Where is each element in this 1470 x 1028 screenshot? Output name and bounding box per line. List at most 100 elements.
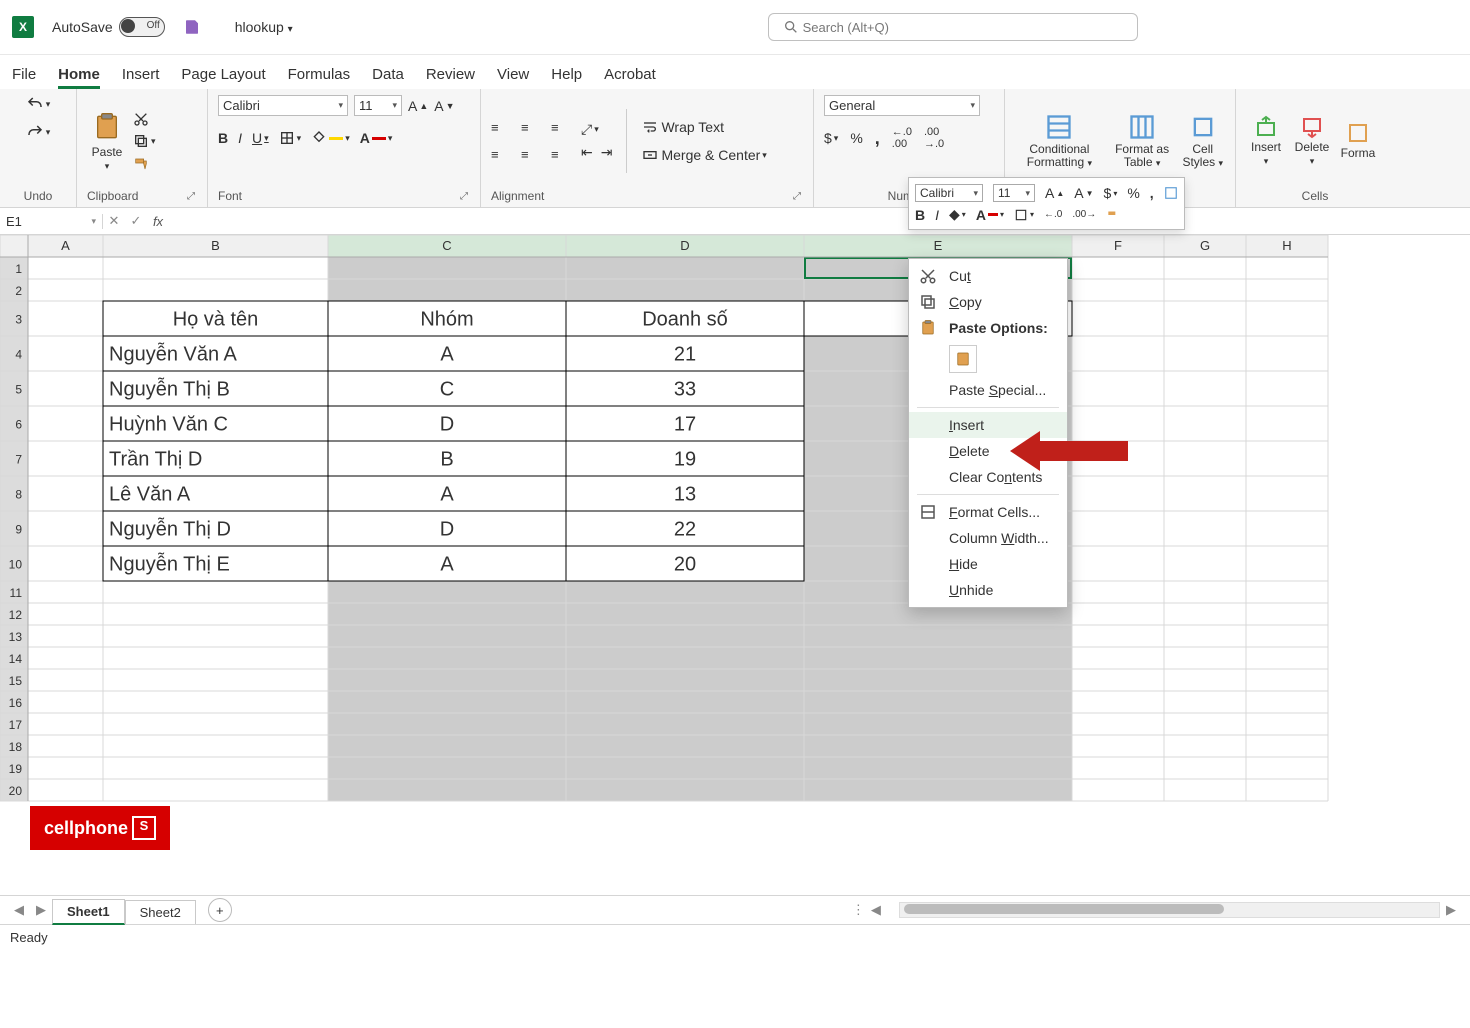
context-cut[interactable]: Cut [909,263,1067,289]
underline-button[interactable]: U ▾ [252,130,269,146]
undo-button[interactable]: ▾ [26,95,51,113]
decrease-indent-button[interactable]: ⇤ [581,144,593,161]
spreadsheet-grid[interactable]: ABCDEFGH1234567891011121314151617181920H… [0,235,1470,895]
font-size-select[interactable]: 11▾ [354,95,402,116]
context-hide[interactable]: Hide [909,551,1067,577]
fill-color-button[interactable]: ▾ [311,130,350,146]
group-font: Calibri▾ 11▾ A▲ A▼ B I U ▾ ▾ ▾ A▾ Font⤢ [208,89,481,207]
bold-button[interactable]: B [218,130,228,146]
tab-formulas[interactable]: Formulas [288,66,351,89]
cancel-formula-button[interactable]: ✕ [103,213,125,229]
mini-font-size[interactable]: 11▾ [993,184,1035,202]
accounting-format-button[interactable]: $ ▾ [824,130,838,146]
align-middle-button[interactable]: ≡ [521,120,539,135]
horizontal-scrollbar[interactable] [899,902,1440,918]
enter-formula-button[interactable]: ✓ [125,213,147,229]
mini-percent[interactable]: % [1127,185,1139,201]
tab-acrobat[interactable]: Acrobat [604,66,656,89]
search-input[interactable]: Search (Alt+Q) [768,13,1138,41]
context-unhide[interactable]: Unhide [909,577,1067,603]
percent-format-button[interactable]: % [850,130,862,146]
paste-button[interactable]: Paste▾ [87,110,127,172]
fx-button[interactable]: fx [147,214,169,229]
mini-border[interactable]: ▾ [1014,208,1034,222]
tab-help[interactable]: Help [551,66,582,89]
format-cells-button[interactable]: Forma [1338,121,1378,160]
font-name-select[interactable]: Calibri▾ [218,95,348,116]
tab-file[interactable]: File [12,66,36,89]
context-column-width[interactable]: Column Width... [909,525,1067,551]
wrap-text-button[interactable]: Wrap Text [641,119,766,135]
sheet-nav-prev[interactable]: ◀ [8,902,30,918]
save-icon[interactable] [183,18,201,36]
format-cells-icon [919,503,937,521]
context-format-cells[interactable]: Format Cells... [909,499,1067,525]
sheet-scroll-info-icon: ⋮ [852,902,865,918]
increase-font-button[interactable]: A▲ [408,98,428,114]
tab-view[interactable]: View [497,66,529,89]
mini-fill-color[interactable]: ◆▾ [949,206,966,223]
mini-inc-decimal[interactable]: ←.0 [1044,209,1062,220]
conditional-formatting-button[interactable]: Conditional Formatting ▾ [1015,113,1104,169]
copy-button[interactable]: ▾ [133,133,156,149]
align-right-button[interactable]: ≡ [551,147,569,162]
context-copy[interactable]: Copy [909,289,1067,315]
orientation-button[interactable]: ⤢▾ [581,121,612,138]
clipboard-dialog-launcher[interactable]: ⤢ [187,191,195,202]
format-painter-button[interactable] [133,155,156,171]
hscroll-left[interactable]: ◀ [865,902,887,918]
mini-accounting[interactable]: $ ▾ [1104,185,1118,201]
mini-comma[interactable]: , [1150,185,1154,201]
decrease-font-button[interactable]: A▼ [434,98,454,114]
add-sheet-button[interactable]: + [208,898,232,922]
insert-cells-button[interactable]: Insert▾ [1246,115,1286,167]
sheet-tab-2[interactable]: Sheet2 [125,900,196,924]
sheet-nav-next[interactable]: ▶ [30,902,52,918]
delete-cells-button[interactable]: Delete▾ [1292,115,1332,167]
merge-center-button[interactable]: Merge & Center ▾ [641,147,766,163]
decrease-decimal-button[interactable]: .00→.0 [924,126,944,150]
comma-format-button[interactable]: , [875,128,880,149]
align-left-button[interactable]: ≡ [491,147,509,162]
align-top-button[interactable]: ≡ [491,120,509,135]
toggle-switch-icon[interactable]: Off [119,17,165,37]
mini-italic[interactable]: I [935,207,939,223]
mini-decrease-font[interactable]: A▼ [1074,185,1093,201]
font-color-button[interactable]: A▾ [360,130,393,146]
number-format-select[interactable]: General▾ [824,95,980,116]
autosave-toggle[interactable]: AutoSave Off [52,17,165,37]
sheet-tab-1[interactable]: Sheet1 [52,899,125,925]
paste-option-default[interactable] [949,345,977,373]
tab-insert[interactable]: Insert [122,66,160,89]
mini-font-name[interactable]: Calibri▾ [915,184,983,202]
tab-review[interactable]: Review [426,66,475,89]
mini-bold[interactable]: B [915,207,925,223]
increase-decimal-button[interactable]: ←.0.00 [892,126,912,150]
name-box[interactable]: E1▾ [0,214,103,229]
align-bottom-button[interactable]: ≡ [551,120,569,135]
increase-indent-button[interactable]: ⇥ [601,144,613,161]
italic-button[interactable]: I [238,130,242,146]
svg-text:1: 1 [15,262,22,276]
font-dialog-launcher[interactable]: ⤢ [460,191,468,202]
svg-text:B: B [440,449,453,471]
mini-cond-format[interactable] [1164,186,1178,200]
cell-styles-button[interactable]: Cell Styles ▾ [1180,113,1225,169]
tab-home[interactable]: Home [58,66,100,89]
context-paste-special[interactable]: Paste Special... [909,377,1067,403]
mini-font-color[interactable]: A▾ [976,207,1004,223]
document-name[interactable]: hlookup ▾ [235,19,293,35]
redo-button[interactable]: ▾ [26,123,51,141]
mini-format-painter[interactable] [1106,208,1120,222]
format-as-table-button[interactable]: Format as Table ▾ [1110,113,1175,169]
mini-increase-font[interactable]: A▲ [1045,185,1064,201]
tab-page-layout[interactable]: Page Layout [181,66,265,89]
hscroll-right[interactable]: ▶ [1440,902,1462,918]
alignment-dialog-launcher[interactable]: ⤢ [793,191,801,202]
cut-button[interactable] [133,111,156,127]
align-center-button[interactable]: ≡ [521,147,539,162]
excel-icon: X [12,16,34,38]
tab-data[interactable]: Data [372,66,404,89]
border-button[interactable]: ▾ [279,130,302,146]
mini-dec-decimal[interactable]: .00→ [1072,209,1096,220]
